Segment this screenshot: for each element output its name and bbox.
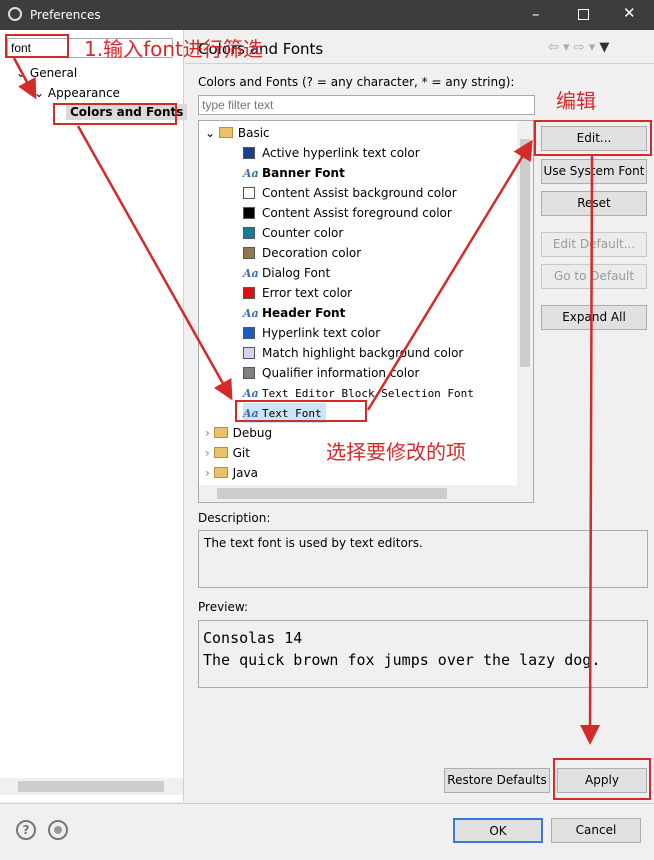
arrow-to-edit bbox=[366, 139, 533, 411]
annotation-arrows bbox=[12, 57, 601, 745]
arrow-to-text-font bbox=[76, 125, 233, 401]
arrow-to-appearance bbox=[12, 57, 37, 100]
arrow-to-apply bbox=[580, 155, 601, 745]
